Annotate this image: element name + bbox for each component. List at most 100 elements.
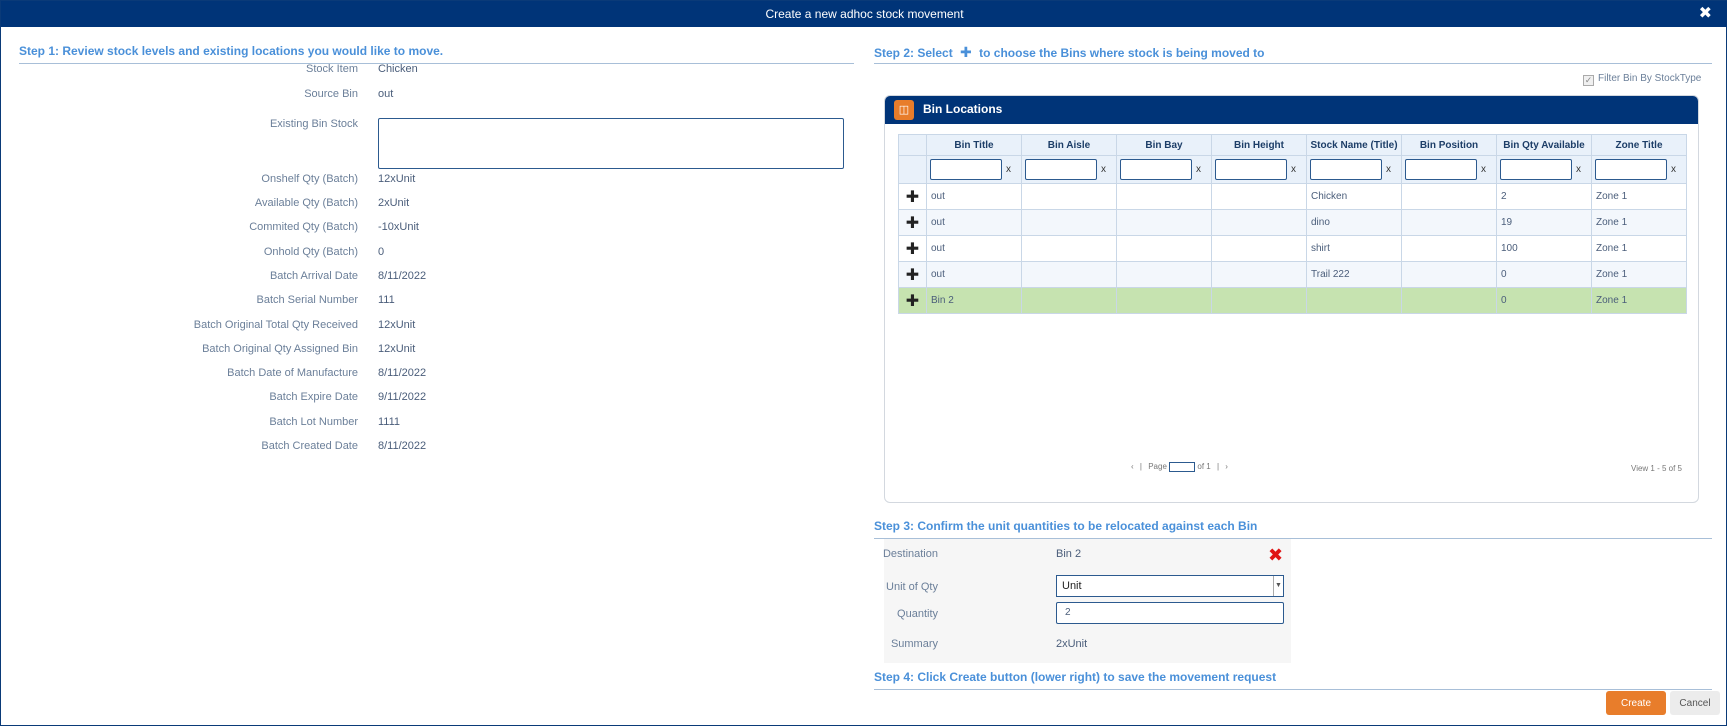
table-row[interactable]: ✚ out Chicken 2 Zone 1	[898, 183, 1687, 210]
table-cell	[1021, 287, 1117, 314]
clear-filter-button[interactable]: x	[1101, 164, 1106, 175]
add-bin-icon[interactable]: ✚	[898, 287, 927, 314]
table-body: ✚ out Chicken 2 Zone 1 ✚ out dino 19 Zone 1 ✚ out sh…	[898, 183, 1687, 314]
table-cell	[1401, 261, 1497, 288]
table-cell: 19	[1496, 209, 1592, 236]
column-header[interactable]: Bin Aisle	[1021, 134, 1117, 156]
column-filter-input[interactable]	[1405, 159, 1477, 180]
add-bin-icon[interactable]: ✚	[898, 209, 927, 236]
filter-cell: x	[926, 155, 1022, 184]
table-cell	[1211, 235, 1307, 262]
column-filter-input[interactable]	[930, 159, 1002, 180]
remove-icon[interactable]: ✖	[1268, 545, 1283, 566]
filter-checkbox[interactable]: ✓	[1583, 75, 1594, 86]
table-cell	[1306, 287, 1402, 314]
dialog-title: Create a new adhoc stock movement	[765, 7, 964, 21]
table-cell: Zone 1	[1591, 287, 1687, 314]
field-label: Batch Created Date	[261, 440, 358, 452]
filter-cell: x	[1591, 155, 1687, 184]
field-row: Stock Item Chicken	[1, 63, 861, 83]
field-label: Onhold Qty (Batch)	[263, 246, 358, 258]
table-row[interactable]: ✚ Bin 2 0 Zone 1	[898, 287, 1687, 314]
field-value: 2xUnit	[378, 197, 410, 209]
pager-sep-right: |	[1216, 462, 1220, 472]
existing-bin-stock-textarea[interactable]	[378, 118, 844, 169]
columns-icon[interactable]: ◫	[894, 100, 914, 120]
column-header[interactable]: Bin Title	[926, 134, 1022, 156]
table-header-row: Bin Title Bin Aisle Bin Bay Bin Height Stock…	[898, 134, 1687, 156]
add-bin-icon[interactable]: ✚	[898, 261, 927, 288]
column-header[interactable]: Bin Qty Available	[1496, 134, 1592, 156]
column-filter-input[interactable]	[1120, 159, 1192, 180]
page-label: Page	[1148, 462, 1167, 472]
close-icon[interactable]: ✖	[1699, 1, 1712, 27]
field-row: Batch Date of Manufacture 8/11/2022	[1, 367, 861, 387]
table-row[interactable]: ✚ out dino 19 Zone 1	[898, 209, 1687, 236]
column-filter-input[interactable]	[1500, 159, 1572, 180]
column-filter-input[interactable]	[1025, 159, 1097, 180]
field-value: 12xUnit	[378, 343, 416, 355]
column-header[interactable]: Bin Bay	[1116, 134, 1212, 156]
quantity-input[interactable]: 2	[1056, 602, 1284, 624]
table-cell	[1401, 183, 1497, 210]
unit-label: Unit of Qty	[886, 581, 938, 593]
field-row: Batch Created Date 8/11/2022	[1, 440, 861, 460]
step1-heading: Step 1: Review stock levels and existing…	[19, 44, 444, 58]
table-cell	[1401, 287, 1497, 314]
table-cell: 2	[1496, 183, 1592, 210]
unit-select-value: Unit	[1062, 580, 1082, 592]
table-cell	[1021, 209, 1117, 236]
stock-movement-dialog: Create a new adhoc stock movement ✖ Step…	[0, 0, 1727, 726]
table-cell	[1116, 183, 1212, 210]
field-row: Batch Expire Date 9/11/2022	[1, 391, 861, 411]
field-value: 8/11/2022	[378, 367, 427, 379]
clear-filter-button[interactable]: x	[1576, 164, 1581, 175]
column-header[interactable]: Bin Position	[1401, 134, 1497, 156]
step3-heading: Step 3: Confirm the unit quantities to b…	[874, 519, 1258, 533]
add-bin-icon[interactable]: ✚	[898, 235, 927, 262]
step2-heading-post: to choose the Bins where stock is being …	[979, 46, 1265, 60]
filter-blank	[898, 155, 927, 184]
chevron-down-icon[interactable]: ▼	[1273, 576, 1283, 596]
table-cell: 0	[1496, 261, 1592, 288]
clear-filter-button[interactable]: x	[1291, 164, 1296, 175]
add-bin-icon[interactable]: ✚	[898, 183, 927, 210]
clear-filter-button[interactable]: x	[1006, 164, 1011, 175]
filter-cell: x	[1211, 155, 1307, 184]
clear-filter-button[interactable]: x	[1481, 164, 1486, 175]
column-header[interactable]: Bin Height	[1211, 134, 1307, 156]
column-filter-input[interactable]	[1310, 159, 1382, 180]
step2-heading: Step 2: Select ✚ to choose the Bins wher…	[874, 44, 1265, 61]
table-cell	[1116, 287, 1212, 314]
column-header[interactable]: Stock Name (Title)	[1306, 134, 1402, 156]
field-row: Batch Original Qty Assigned Bin 12xUnit	[1, 343, 861, 363]
clear-filter-button[interactable]: x	[1196, 164, 1201, 175]
field-label: Commited Qty (Batch)	[249, 221, 358, 233]
filter-cell: x	[1116, 155, 1212, 184]
table-cell: Zone 1	[1591, 235, 1687, 262]
filter-bin-stocktype[interactable]: ✓ Filter Bin By StockType	[1583, 73, 1701, 86]
clear-filter-button[interactable]: x	[1386, 164, 1391, 175]
unit-select[interactable]: Unit ▼	[1056, 575, 1284, 597]
column-filter-input[interactable]	[1215, 159, 1287, 180]
table-cell	[1116, 209, 1212, 236]
column-header[interactable]: Zone Title	[1591, 134, 1687, 156]
table-cell: out	[926, 183, 1022, 210]
clear-filter-button[interactable]: x	[1671, 164, 1676, 175]
create-button[interactable]: Create	[1606, 691, 1666, 715]
table-row[interactable]: ✚ out shirt 100 Zone 1	[898, 235, 1687, 262]
table-cell: Zone 1	[1591, 183, 1687, 210]
column-filter-input[interactable]	[1595, 159, 1667, 180]
field-label: Source Bin	[304, 88, 358, 100]
filter-label: Filter Bin By StockType	[1598, 73, 1702, 84]
page-input[interactable]	[1169, 462, 1196, 472]
field-row: Commited Qty (Batch) -10xUnit	[1, 221, 861, 241]
cancel-button[interactable]: Cancel	[1670, 691, 1720, 715]
table-row[interactable]: ✚ out Trail 222 0 Zone 1	[898, 261, 1687, 288]
filter-cell: x	[1021, 155, 1117, 184]
next-page-icon[interactable]: ›	[1225, 462, 1228, 471]
field-label: Stock Item	[306, 63, 358, 75]
view-info: View 1 - 5 of 5	[1631, 464, 1682, 473]
field-row: Batch Original Total Qty Received 12xUnit	[1, 319, 861, 339]
prev-page-icon[interactable]: ‹	[1131, 462, 1134, 471]
